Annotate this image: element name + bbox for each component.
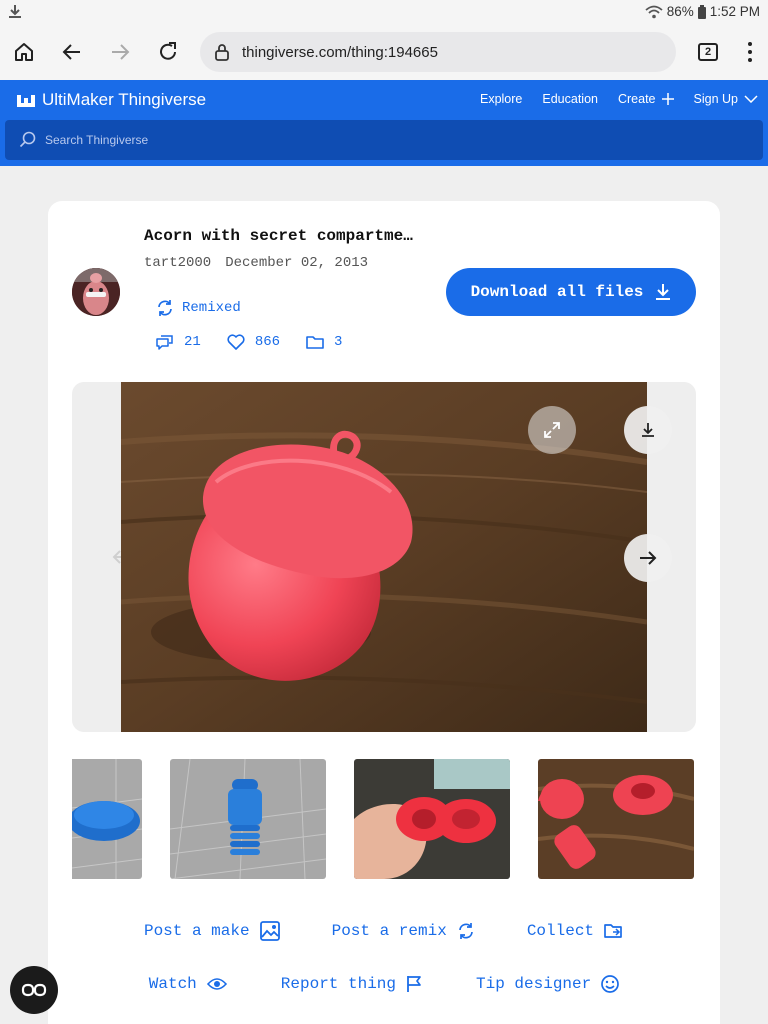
folder-icon	[306, 336, 324, 349]
forward-arrow-icon	[112, 44, 130, 60]
next-arrow-icon	[640, 551, 657, 565]
report-button[interactable]: Report thing	[281, 975, 422, 993]
expand-icon	[544, 422, 560, 438]
comments-count: 21	[184, 334, 201, 350]
lock-icon	[215, 44, 229, 61]
comments-icon	[156, 335, 173, 350]
thing-actions-row-1: Post a make Post a remix Collect	[48, 921, 720, 941]
floating-action-button[interactable]	[10, 966, 58, 1014]
likes-stat[interactable]: 866	[227, 334, 280, 350]
thumbnail-image	[170, 759, 326, 879]
reload-icon	[160, 42, 176, 60]
battery-percent: 86%	[666, 4, 694, 19]
publish-date: December 02, 2013	[225, 255, 369, 271]
remix-icon	[158, 300, 172, 316]
image-gallery	[72, 382, 696, 732]
nav-explore[interactable]: Explore	[480, 92, 522, 106]
collect-icon	[604, 924, 622, 938]
search-icon	[19, 131, 36, 148]
brand-name: UltiMaker Thingiverse	[42, 90, 207, 109]
nav-create[interactable]: Create	[618, 92, 674, 106]
heart-icon	[227, 334, 245, 350]
tab-switcher-button[interactable]: 2	[698, 43, 718, 61]
flag-icon	[407, 976, 421, 992]
author-avatar-image	[72, 268, 120, 316]
thing-stats: 21 866 3	[156, 334, 342, 350]
chevron-down-icon	[744, 95, 758, 103]
thumbnail-strip	[72, 759, 696, 879]
tip-label: Tip designer	[476, 975, 592, 993]
thumbnail-image	[72, 759, 142, 879]
likes-count: 866	[254, 334, 281, 350]
more-menu-icon[interactable]	[738, 40, 762, 64]
main-nav: Explore Education Create Sign Up	[480, 92, 758, 106]
watch-label: Watch	[148, 975, 197, 993]
battery-icon	[697, 4, 706, 19]
reload-button[interactable]	[150, 34, 186, 70]
thing-actions-row-2: Watch Report thing Tip designer	[48, 975, 720, 993]
collect-label: Collect	[526, 922, 595, 940]
status-bar: 86% 1:52 PM	[0, 0, 768, 24]
thumbnail-image	[538, 759, 694, 879]
fullscreen-button[interactable]	[528, 406, 576, 454]
remix-icon	[458, 923, 473, 939]
next-image-button[interactable]	[624, 534, 672, 582]
clock: 1:52 PM	[709, 4, 760, 19]
remixed-label: Remixed	[182, 300, 241, 316]
thumbnail[interactable]	[354, 759, 510, 879]
site-search[interactable]	[5, 120, 763, 160]
avatar[interactable]	[72, 268, 120, 316]
download-icon	[642, 423, 654, 437]
nav-signup[interactable]: Sign Up	[694, 92, 758, 106]
collections-count: 3	[334, 334, 343, 350]
author-link[interactable]: tart2000	[144, 255, 211, 271]
home-icon	[15, 43, 33, 61]
thumbnail-image	[354, 759, 510, 879]
home-button[interactable]	[6, 34, 42, 70]
post-remix-label: Post a remix	[331, 922, 447, 940]
report-label: Report thing	[280, 975, 396, 993]
wifi-icon	[645, 5, 663, 18]
download-notification-icon	[9, 5, 21, 18]
forward-button[interactable]	[102, 34, 138, 70]
image-icon	[259, 921, 280, 941]
download-all-label: Download all files	[470, 283, 644, 301]
address-bar[interactable]: thingiverse.com/thing:194665	[200, 32, 676, 72]
site-header: UltiMaker Thingiverse Explore Education …	[0, 80, 768, 166]
nav-create-label: Create	[617, 92, 656, 106]
nav-signup-label: Sign Up	[693, 92, 738, 106]
post-remix-button[interactable]: Post a remix	[332, 921, 475, 941]
download-all-button[interactable]: Download all files	[446, 268, 696, 316]
back-arrow-icon	[62, 44, 80, 60]
glasses-icon	[21, 983, 47, 997]
eye-icon	[206, 978, 227, 990]
collections-stat[interactable]: 3	[306, 334, 342, 350]
post-make-label: Post a make	[143, 922, 250, 940]
comments-stat[interactable]: 21	[156, 334, 201, 350]
site-logo[interactable]: UltiMaker Thingiverse	[16, 90, 206, 110]
thumbnail[interactable]	[170, 759, 326, 879]
watch-button[interactable]: Watch	[149, 975, 227, 993]
thing-title: Acorn with secret compartme…	[144, 227, 413, 245]
plus-icon	[661, 93, 674, 105]
post-make-button[interactable]: Post a make	[144, 921, 280, 941]
thumbnail[interactable]	[538, 759, 694, 879]
thing-meta: tart2000 December 02, 2013	[144, 255, 368, 271]
search-input[interactable]	[45, 133, 725, 147]
nav-education[interactable]: Education	[542, 92, 598, 106]
tip-designer-button[interactable]: Tip designer	[476, 975, 620, 993]
thing-card: Acorn with secret compartme… tart2000 De…	[48, 201, 720, 1024]
download-icon	[656, 284, 671, 300]
back-button[interactable]	[54, 34, 90, 70]
ultimaker-logo-icon	[17, 95, 35, 107]
smiley-icon	[601, 975, 620, 993]
url-text: thingiverse.com/thing:194665	[242, 43, 438, 61]
thumbnail[interactable]	[72, 759, 142, 879]
browser-toolbar: thingiverse.com/thing:194665 2	[0, 24, 768, 80]
download-image-button[interactable]	[624, 406, 672, 454]
collect-button[interactable]: Collect	[527, 921, 624, 941]
remixed-link[interactable]: Remixed	[156, 299, 241, 317]
